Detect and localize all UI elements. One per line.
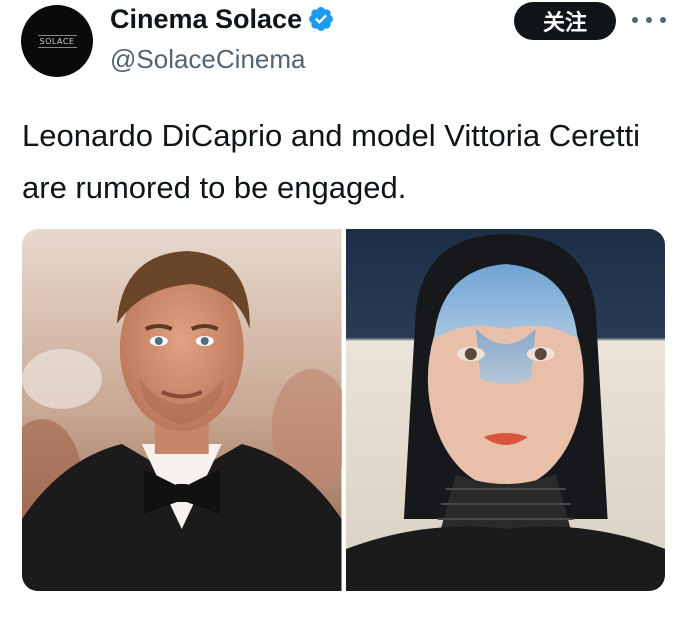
- tweet-text: Leonardo DiCaprio and model Vittoria Cer…: [22, 118, 641, 205]
- verified-badge-icon: [309, 7, 334, 31]
- more-dot: [646, 17, 652, 23]
- man-in-tuxedo-image: [22, 229, 342, 591]
- more-dot: [632, 17, 638, 23]
- author-avatar[interactable]: SOLACE: [21, 5, 93, 77]
- author-handle[interactable]: @SolaceCinema: [110, 42, 305, 76]
- display-name-text: Cinema Solace: [110, 4, 303, 34]
- woman-portrait-image: [345, 229, 665, 591]
- media-grid: [22, 229, 665, 591]
- photo-woman-portrait[interactable]: [345, 229, 665, 591]
- more-dot: [660, 17, 666, 23]
- author-display-name[interactable]: Cinema Solace: [110, 2, 335, 36]
- more-options-icon[interactable]: [632, 8, 666, 32]
- follow-button[interactable]: 关注: [514, 2, 616, 40]
- photo-man-in-tuxedo[interactable]: [22, 229, 342, 591]
- avatar-logo-text: SOLACE: [37, 34, 77, 48]
